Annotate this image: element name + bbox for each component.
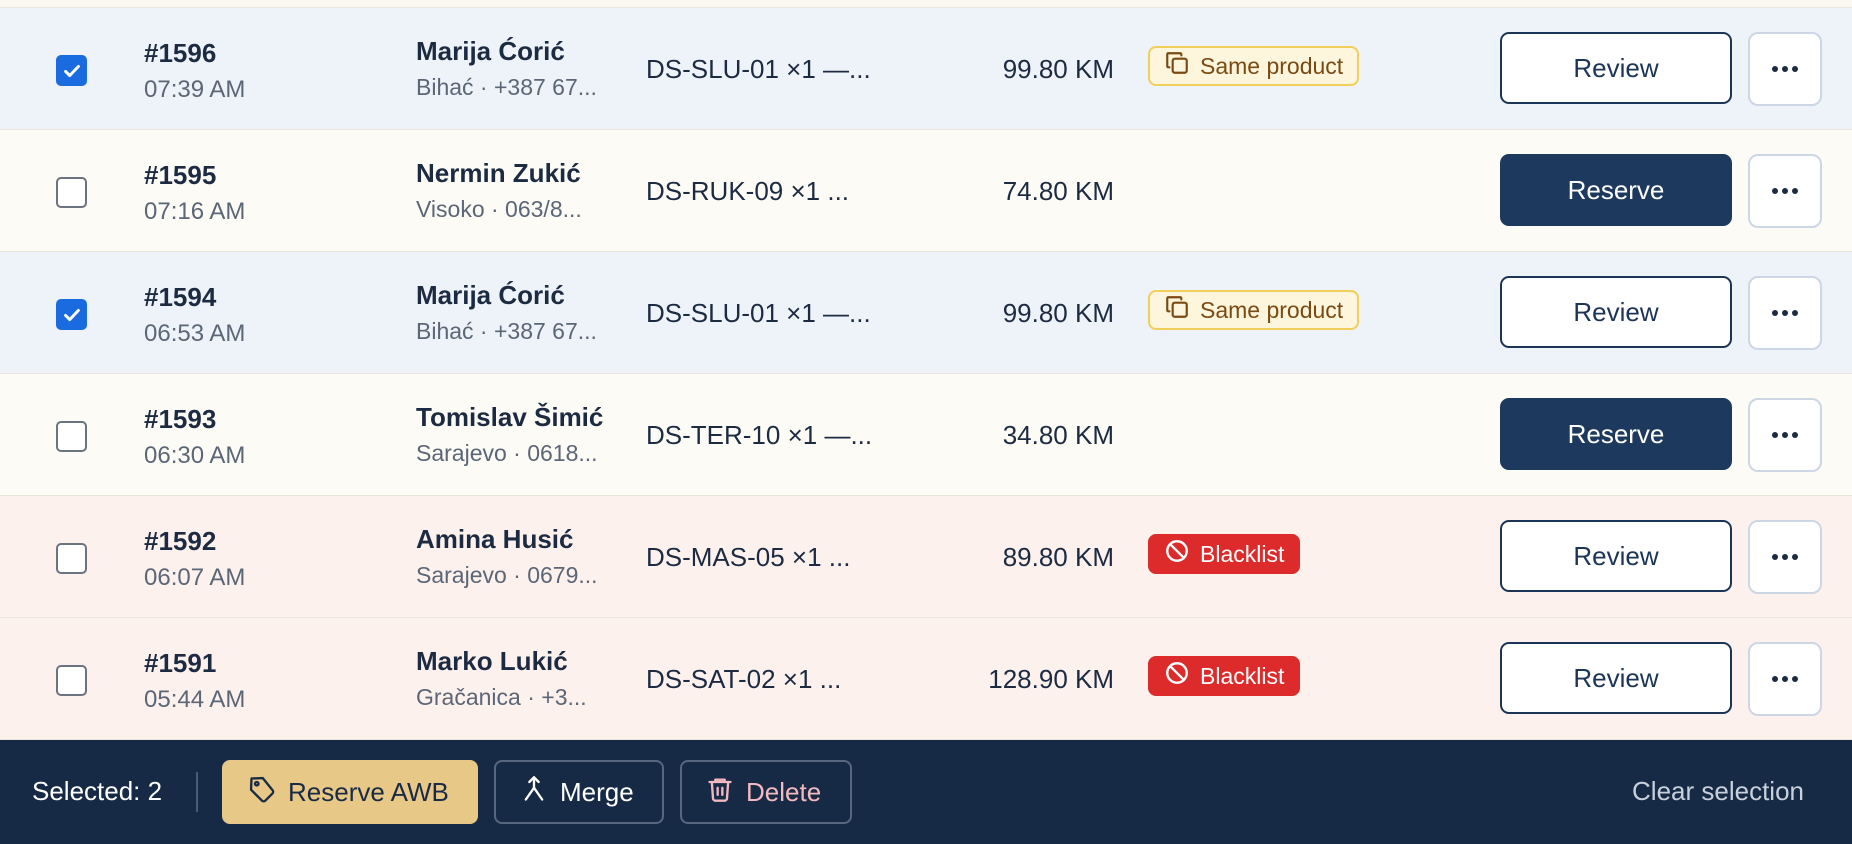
order-amount: 99.80 KM xyxy=(1002,54,1114,84)
order-amount: 128.90 KM xyxy=(988,664,1114,694)
product-summary: DS-MAS-05 ×1 ... xyxy=(646,542,851,572)
status-badge-label: Blacklist xyxy=(1200,662,1285,689)
blacklist-badge: Blacklist xyxy=(1148,656,1301,696)
customer-location-phone: Visoko · 063/8... xyxy=(416,196,582,222)
order-time: 06:53 AM xyxy=(144,320,246,347)
ellipsis-icon xyxy=(1772,66,1798,72)
orders-app: #1596 07:39 AM Marija Ćorić Bihać · +387… xyxy=(0,0,1852,844)
blacklist-badge: Blacklist xyxy=(1148,534,1301,574)
review-button[interactable]: Review xyxy=(1500,520,1732,592)
review-button[interactable]: Review xyxy=(1500,276,1732,348)
status-badge-label: Blacklist xyxy=(1200,540,1285,567)
order-row: #1591 05:44 AM Marko Lukić Gračanica · +… xyxy=(0,618,1852,740)
ellipsis-icon xyxy=(1772,310,1798,316)
row-checkbox[interactable] xyxy=(56,55,87,86)
order-time: 06:07 AM xyxy=(144,564,246,591)
order-row: #1592 06:07 AM Amina Husić Sarajevo · 06… xyxy=(0,496,1852,618)
review-button[interactable]: Review xyxy=(1500,642,1732,714)
order-row: #1594 06:53 AM Marija Ćorić Bihać · +387… xyxy=(0,252,1852,374)
customer-location-phone: Bihać · +387 67... xyxy=(416,318,597,344)
review-button[interactable]: Review xyxy=(1500,32,1732,104)
order-amount: 74.80 KM xyxy=(1002,176,1114,206)
more-options-button[interactable] xyxy=(1748,520,1822,594)
more-options-button[interactable] xyxy=(1748,642,1822,716)
status-badge-label: Same product xyxy=(1200,52,1344,79)
trash-icon xyxy=(706,775,734,810)
ellipsis-icon xyxy=(1772,432,1798,438)
row-checkbox[interactable] xyxy=(56,665,87,696)
product-summary: DS-TER-10 ×1 —... xyxy=(646,420,873,450)
customer-name: Marija Ćorić xyxy=(416,280,565,310)
order-amount: 89.80 KM xyxy=(1002,542,1114,572)
order-row: #1596 07:39 AM Marija Ćorić Bihać · +387… xyxy=(0,8,1852,130)
bar-divider xyxy=(196,772,198,812)
order-id[interactable]: #1594 xyxy=(144,282,216,313)
order-time: 05:44 AM xyxy=(144,686,246,713)
order-amount: 34.80 KM xyxy=(1002,420,1114,450)
order-id[interactable]: #1595 xyxy=(144,160,216,191)
delete-button[interactable]: Delete xyxy=(680,760,852,824)
customer-location-phone: Gračanica · +3... xyxy=(416,684,587,710)
more-options-button[interactable] xyxy=(1748,154,1822,228)
product-summary: DS-SLU-01 ×1 —... xyxy=(646,298,871,328)
more-options-button[interactable] xyxy=(1748,32,1822,106)
check-icon xyxy=(63,308,80,321)
order-id[interactable]: #1591 xyxy=(144,648,216,679)
status-badge-label: Same product xyxy=(1200,296,1344,323)
row-checkbox[interactable] xyxy=(56,299,87,330)
row-checkbox[interactable] xyxy=(56,543,87,574)
more-options-button[interactable] xyxy=(1748,276,1822,350)
ellipsis-icon xyxy=(1772,554,1798,560)
previous-row-edge xyxy=(0,0,1852,8)
order-amount: 99.80 KM xyxy=(1002,298,1114,328)
row-checkbox[interactable] xyxy=(56,177,87,208)
reserve-awb-button[interactable]: Reserve AWB xyxy=(222,760,478,824)
order-row: #1595 07:16 AM Nermin Zukić Visoko · 063… xyxy=(0,130,1852,252)
product-summary: DS-RUK-09 ×1 ... xyxy=(646,176,850,206)
customer-name: Marija Ćorić xyxy=(416,36,565,66)
customer-location-phone: Bihać · +387 67... xyxy=(416,74,597,100)
delete-label: Delete xyxy=(746,776,822,807)
clear-selection-link[interactable]: Clear selection xyxy=(1632,776,1804,807)
merge-icon xyxy=(520,775,548,810)
copy-icon xyxy=(1164,294,1190,326)
reserve-awb-label: Reserve AWB xyxy=(288,776,449,807)
orders-table-body: #1596 07:39 AM Marija Ćorić Bihać · +387… xyxy=(0,8,1852,740)
product-summary: DS-SLU-01 ×1 —... xyxy=(646,54,871,84)
order-id[interactable]: #1596 xyxy=(144,38,216,69)
order-time: 07:39 AM xyxy=(144,76,246,103)
tag-icon xyxy=(248,775,276,810)
ban-icon xyxy=(1164,660,1190,692)
customer-name: Marko Lukić xyxy=(416,646,568,676)
order-time: 07:16 AM xyxy=(144,198,246,225)
same-product-badge: Same product xyxy=(1148,46,1360,86)
row-checkbox[interactable] xyxy=(56,421,87,452)
order-row: #1593 06:30 AM Tomislav Šimić Sarajevo ·… xyxy=(0,374,1852,496)
ellipsis-icon xyxy=(1772,676,1798,682)
customer-location-phone: Sarajevo · 0679... xyxy=(416,562,598,588)
customer-name: Nermin Zukić xyxy=(416,158,581,188)
reserve-button[interactable]: Reserve xyxy=(1500,154,1732,226)
customer-location-phone: Sarajevo · 0618... xyxy=(416,440,598,466)
order-id[interactable]: #1593 xyxy=(144,404,216,435)
ban-icon xyxy=(1164,538,1190,570)
product-summary: DS-SAT-02 ×1 ... xyxy=(646,664,842,694)
bulk-action-bar: Selected: 2 Reserve AWB Merge Delete Cle… xyxy=(0,740,1852,844)
order-time: 06:30 AM xyxy=(144,442,246,469)
customer-name: Amina Husić xyxy=(416,524,574,554)
merge-label: Merge xyxy=(560,776,634,807)
more-options-button[interactable] xyxy=(1748,398,1822,472)
merge-button[interactable]: Merge xyxy=(494,760,664,824)
check-icon xyxy=(63,64,80,77)
reserve-button[interactable]: Reserve xyxy=(1500,398,1732,470)
order-id[interactable]: #1592 xyxy=(144,526,216,557)
copy-icon xyxy=(1164,50,1190,82)
same-product-badge: Same product xyxy=(1148,290,1360,330)
customer-name: Tomislav Šimić xyxy=(416,402,604,432)
ellipsis-icon xyxy=(1772,188,1798,194)
selected-count: Selected: 2 xyxy=(32,776,163,806)
